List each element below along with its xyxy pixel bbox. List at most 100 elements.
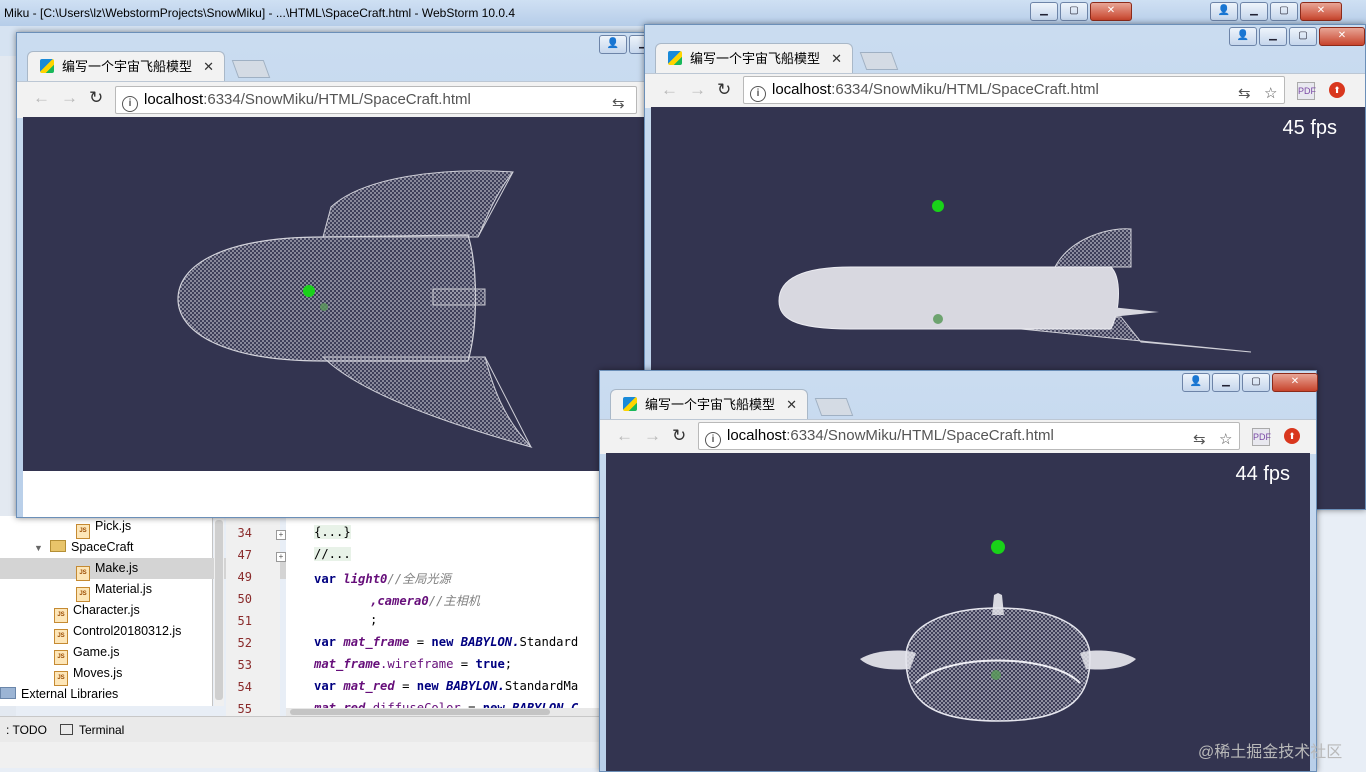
- browser-tab[interactable]: 编写一个宇宙飞船模型 ✕: [655, 43, 853, 74]
- status-bar: [0, 742, 610, 768]
- tool-window-bar: : TODO Terminal: [0, 716, 610, 743]
- line-number: 54: [237, 680, 252, 694]
- second-window-controls: 👤 ▁ ▢ ✕: [1210, 2, 1342, 21]
- pdf-extension-icon[interactable]: PDF: [1252, 428, 1271, 446]
- tree-scrollbar-thumb[interactable]: [215, 520, 223, 700]
- babylon-canvas[interactable]: [23, 117, 645, 471]
- upload-extension-icon[interactable]: ⬆: [1329, 82, 1345, 98]
- browser-window-3: 👤 ▁ ▢ ✕ 编写一个宇宙飞船模型 ✕ ← → ↻ i localhost:633…: [599, 370, 1318, 772]
- line-number: 51: [237, 614, 252, 628]
- user-icon[interactable]: 👤: [1182, 373, 1210, 392]
- webstorm-window-controls: ▁ ▢ ✕: [1030, 2, 1132, 21]
- folder-icon: [50, 540, 66, 552]
- minimize-icon[interactable]: ▁: [1259, 27, 1287, 46]
- fps-counter: 44 fps: [1235, 463, 1290, 485]
- address-bar[interactable]: i localhost:6334/SnowMiku/HTML/SpaceCraft…: [743, 76, 1285, 104]
- watermark: @稀土掘金技术社区: [1198, 744, 1343, 761]
- code-line-34: {...}: [314, 525, 351, 539]
- minimize-icon[interactable]: ▁: [1212, 373, 1240, 392]
- back-arrow-icon[interactable]: ←: [616, 426, 633, 446]
- browser-toolbar: ← → ↻ i localhost:6334/SnowMiku/HTML/Spac…: [600, 419, 1316, 454]
- line-number: 47: [237, 548, 252, 562]
- code-line-49: var light0//全局光源: [314, 572, 451, 586]
- close-icon[interactable]: ✕: [1300, 2, 1342, 21]
- fold-expand-icon[interactable]: +: [276, 552, 286, 562]
- browser-toolbar: ← → ↻ i localhost:6334/SnowMiku/HTML/Spac…: [645, 73, 1365, 108]
- new-tab-button[interactable]: [231, 60, 271, 78]
- webstorm-favicon-icon: [40, 59, 54, 73]
- browser-window-1: 👤 ▁ 编写一个宇宙飞船模型 ✕ ← → ↻ i localhost:6334/Sn…: [16, 32, 657, 518]
- line-number: 52: [237, 636, 252, 650]
- forward-arrow-icon[interactable]: →: [689, 80, 706, 100]
- bookmark-star-icon[interactable]: ☆: [1264, 81, 1277, 103]
- tree-folder[interactable]: ▼ SpaceCraft: [0, 537, 246, 558]
- maximize-icon[interactable]: ▢: [1060, 2, 1088, 21]
- forward-arrow-icon[interactable]: →: [61, 88, 78, 108]
- chevron-down-icon[interactable]: ▼: [34, 538, 44, 559]
- close-tab-icon[interactable]: ✕: [203, 52, 214, 82]
- user-icon[interactable]: 👤: [1210, 2, 1238, 21]
- reload-icon[interactable]: ↻: [89, 88, 103, 108]
- babylon-canvas[interactable]: 44 fps: [606, 453, 1310, 771]
- back-arrow-icon[interactable]: ←: [33, 88, 50, 108]
- translate-icon[interactable]: ⇆: [1238, 81, 1251, 103]
- maximize-icon[interactable]: ▢: [1270, 2, 1298, 21]
- close-icon[interactable]: ✕: [1090, 2, 1132, 21]
- tree-item-external-libraries[interactable]: External Libraries: [0, 684, 212, 705]
- close-icon[interactable]: ✕: [1272, 373, 1318, 392]
- reload-icon[interactable]: ↻: [717, 80, 731, 100]
- code-line-54: var mat_red = new BABYLON.StandardMa: [314, 679, 579, 693]
- pdf-extension-icon[interactable]: PDF: [1297, 82, 1316, 100]
- line-number: 34: [237, 526, 252, 540]
- info-icon[interactable]: i: [705, 432, 721, 448]
- info-icon[interactable]: i: [750, 86, 766, 102]
- terminal-tab[interactable]: Terminal: [60, 723, 124, 737]
- user-icon[interactable]: 👤: [599, 35, 627, 54]
- code-line-50: ,camera0//主相机: [370, 594, 480, 608]
- minimize-icon[interactable]: ▁: [1030, 2, 1058, 21]
- todo-tab[interactable]: : TODO: [6, 723, 47, 737]
- close-tab-icon[interactable]: ✕: [786, 390, 797, 420]
- browser-tab[interactable]: 编写一个宇宙飞船模型 ✕: [27, 51, 225, 82]
- line-number: 53: [237, 658, 252, 672]
- code-line-47: //...: [314, 547, 351, 561]
- user-icon[interactable]: 👤: [1229, 27, 1257, 46]
- maximize-icon[interactable]: ▢: [1242, 373, 1270, 392]
- close-tab-icon[interactable]: ✕: [831, 44, 842, 74]
- reload-icon[interactable]: ↻: [672, 426, 686, 446]
- webstorm-window-title: Miku - [C:\Users\lz\WebstormProjects\Sno…: [4, 6, 516, 20]
- code-line-53: mat_frame.wireframe = true;: [314, 657, 513, 671]
- webstorm-favicon-icon: [668, 51, 682, 65]
- project-tree: JS Pick.js ▼ SpaceCraft JS Make.js JS Materi…: [0, 516, 288, 706]
- upload-extension-icon[interactable]: ⬆: [1284, 428, 1300, 444]
- editor-scrollbar-thumb[interactable]: [290, 709, 550, 715]
- bookmark-star-icon[interactable]: ☆: [1219, 427, 1232, 449]
- address-bar[interactable]: i localhost:6334/SnowMiku/HTML/SpaceCraft…: [115, 86, 637, 114]
- maximize-icon[interactable]: ▢: [1289, 27, 1317, 46]
- code-line-51: ;: [370, 613, 378, 627]
- translate-icon[interactable]: ⇆: [1193, 427, 1206, 449]
- browser-tab[interactable]: 编写一个宇宙飞船模型 ✕: [610, 389, 808, 420]
- fold-expand-icon[interactable]: +: [276, 530, 286, 540]
- forward-arrow-icon[interactable]: →: [644, 426, 661, 446]
- line-number: 55: [237, 702, 252, 716]
- green-marker: [932, 200, 944, 212]
- browser-window-controls: 👤 ▁ ▢ ✕: [1229, 27, 1365, 46]
- line-number: 50: [237, 592, 252, 606]
- close-icon[interactable]: ✕: [1319, 27, 1365, 46]
- green-marker: [303, 285, 315, 297]
- info-icon[interactable]: i: [122, 96, 138, 112]
- translate-icon[interactable]: ⇆: [612, 91, 625, 113]
- new-tab-button[interactable]: [814, 398, 854, 416]
- minimize-icon[interactable]: ▁: [1240, 2, 1268, 21]
- spacecraft-front-view: [860, 540, 1136, 722]
- browser-toolbar: ← → ↻ i localhost:6334/SnowMiku/HTML/Spac…: [17, 81, 645, 118]
- line-number: 49: [237, 570, 252, 584]
- code-line-52: var mat_frame = new BABYLON.Standard: [314, 635, 579, 649]
- back-arrow-icon[interactable]: ←: [661, 80, 678, 100]
- spacecraft-top-view: [177, 170, 533, 448]
- new-tab-button[interactable]: [859, 52, 899, 70]
- page-body: [23, 471, 645, 517]
- address-bar[interactable]: i localhost:6334/SnowMiku/HTML/SpaceCraft…: [698, 422, 1240, 450]
- fps-counter: 45 fps: [1282, 117, 1337, 139]
